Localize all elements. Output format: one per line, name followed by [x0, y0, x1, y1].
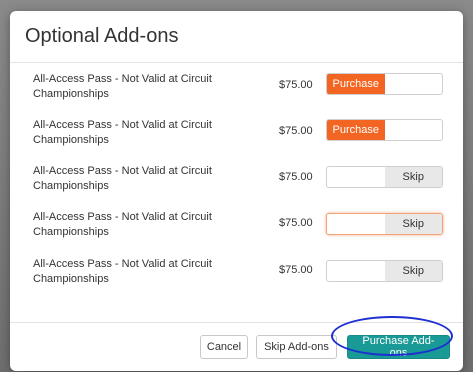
purchase-skip-toggle[interactable]: Skip [326, 213, 443, 235]
modal-footer: Cancel Skip Add-ons Purchase Add-ons [10, 322, 463, 371]
addon-name: All-Access Pass - Not Valid at Circuit C… [33, 119, 212, 146]
addon-name: All-Access Pass - Not Valid at Circuit C… [33, 73, 212, 100]
skip-option[interactable]: Skip [384, 214, 442, 234]
addon-name: All-Access Pass - Not Valid at Circuit C… [33, 258, 212, 285]
addon-row: All-Access Pass - Not Valid at Circuit C… [10, 114, 463, 158]
addon-name: All-Access Pass - Not Valid at Circuit C… [33, 211, 212, 238]
skip-addons-button[interactable]: Skip Add-ons [256, 335, 337, 359]
purchase-option[interactable] [327, 214, 385, 234]
purchase-option[interactable]: Purchase [327, 120, 385, 140]
purchase-skip-toggle[interactable]: Purchase [326, 73, 443, 95]
addon-price: $75.00 [279, 171, 313, 183]
purchase-option[interactable] [327, 167, 385, 187]
purchase-skip-toggle[interactable]: Skip [326, 166, 443, 188]
addon-row: All-Access Pass - Not Valid at Circuit C… [10, 160, 463, 204]
skip-option[interactable] [385, 120, 443, 140]
skip-option[interactable] [385, 74, 443, 94]
modal-header: Optional Add-ons [10, 11, 463, 63]
addon-row: All-Access Pass - Not Valid at Circuit C… [10, 68, 463, 112]
addon-name: All-Access Pass - Not Valid at Circuit C… [33, 165, 212, 192]
skip-option[interactable]: Skip [384, 261, 442, 281]
addon-price: $75.00 [279, 264, 313, 276]
addons-modal: Optional Add-ons All-Access Pass - Not V… [10, 11, 463, 371]
addon-row: All-Access Pass - Not Valid at Circuit C… [10, 206, 463, 250]
addon-row: All-Access Pass - Not Valid at Circuit C… [10, 253, 463, 297]
cancel-button[interactable]: Cancel [200, 335, 248, 359]
addon-price: $75.00 [279, 217, 313, 229]
purchase-option[interactable] [327, 261, 385, 281]
addon-price: $75.00 [279, 125, 313, 137]
skip-option[interactable]: Skip [384, 167, 442, 187]
purchase-skip-toggle[interactable]: Purchase [326, 119, 443, 141]
modal-title: Optional Add-ons [25, 25, 179, 47]
purchase-skip-toggle[interactable]: Skip [326, 260, 443, 282]
purchase-addons-button[interactable]: Purchase Add-ons [347, 335, 450, 359]
purchase-option[interactable]: Purchase [327, 74, 385, 94]
addon-price: $75.00 [279, 79, 313, 91]
